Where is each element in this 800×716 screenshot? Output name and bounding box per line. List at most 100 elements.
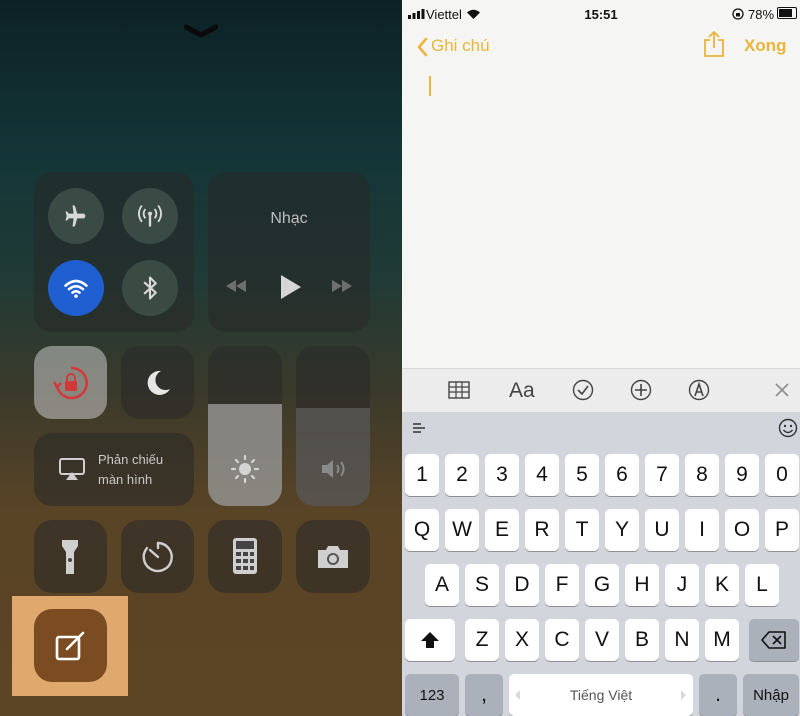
checklist-icon[interactable] (572, 379, 594, 401)
orientation-lock-icon (732, 8, 744, 20)
flashlight-button[interactable] (34, 520, 107, 593)
volume-slider[interactable] (296, 346, 370, 506)
key-t[interactable]: T (565, 509, 599, 551)
return-key[interactable]: Nhập (743, 674, 799, 716)
key-6[interactable]: 6 (605, 454, 639, 496)
key-w[interactable]: W (445, 509, 479, 551)
sun-icon (230, 454, 260, 484)
key-4[interactable]: 4 (525, 454, 559, 496)
key-j[interactable]: J (665, 564, 699, 606)
chevron-down-icon[interactable] (184, 24, 218, 38)
camera-icon (318, 546, 348, 568)
key-8[interactable]: 8 (685, 454, 719, 496)
numbers-mode-key[interactable]: 123 (405, 674, 459, 716)
wifi-icon (64, 279, 88, 298)
backspace-icon (761, 631, 786, 649)
timer-icon (142, 541, 173, 573)
add-icon[interactable] (630, 379, 652, 401)
volume-level-fill (296, 408, 370, 506)
key-b[interactable]: B (625, 619, 659, 661)
key-e[interactable]: E (485, 509, 519, 551)
music-tile[interactable]: Nhạc (208, 172, 370, 332)
note-editor[interactable] (402, 64, 800, 368)
key-g[interactable]: G (585, 564, 619, 606)
markup-pen-icon[interactable] (688, 379, 710, 401)
key-5[interactable]: 5 (565, 454, 599, 496)
brightness-slider[interactable] (208, 346, 282, 506)
status-bar: Viettel 15:51 78% (402, 0, 800, 28)
compose-icon (55, 631, 85, 661)
key-1[interactable]: 1 (405, 454, 439, 496)
notes-app: Viettel 15:51 78% Ghi chú Xong Aa 1 2 3 … (402, 0, 800, 716)
back-label: Ghi chú (431, 36, 490, 55)
key-7[interactable]: 7 (645, 454, 679, 496)
close-icon[interactable] (774, 382, 790, 398)
space-key[interactable]: Tiếng Việt (509, 674, 693, 716)
key-m[interactable]: M (705, 619, 739, 661)
bluetooth-icon (143, 276, 157, 300)
period-key[interactable]: . (699, 674, 737, 716)
key-h[interactable]: H (625, 564, 659, 606)
do-not-disturb-toggle[interactable] (121, 346, 194, 419)
key-s[interactable]: S (465, 564, 499, 606)
connectivity-tile (34, 172, 194, 332)
key-9[interactable]: 9 (725, 454, 759, 496)
key-y[interactable]: Y (605, 509, 639, 551)
key-f[interactable]: F (545, 564, 579, 606)
comma-key[interactable]: , (465, 674, 503, 716)
key-z[interactable]: Z (465, 619, 499, 661)
flashlight-icon (62, 540, 78, 574)
rewind-icon[interactable] (224, 278, 248, 294)
caret-left-icon (515, 690, 520, 700)
done-button[interactable]: Xong (744, 36, 787, 56)
wifi-toggle[interactable] (48, 260, 104, 316)
screen-mirroring-label: Phản chiếu màn hình (98, 452, 164, 487)
cellular-data-toggle[interactable] (122, 188, 178, 244)
rotation-lock-toggle[interactable] (34, 346, 107, 419)
delete-key[interactable] (749, 619, 799, 661)
text-cursor (429, 76, 431, 96)
control-center: Nhạc Phản chiếu màn hình (0, 0, 402, 716)
airplane-icon (65, 205, 86, 227)
key-o[interactable]: O (725, 509, 759, 551)
share-icon[interactable] (703, 30, 725, 58)
key-0[interactable]: 0 (765, 454, 799, 496)
screen-mirroring-button[interactable]: Phản chiếu màn hình (34, 433, 194, 506)
play-icon[interactable] (278, 274, 302, 300)
emoji-icon[interactable] (778, 418, 798, 438)
caret-right-icon (681, 690, 686, 700)
key-d[interactable]: D (505, 564, 539, 606)
key-x[interactable]: X (505, 619, 539, 661)
format-toolbar: Aa (402, 368, 800, 413)
camera-button[interactable] (296, 520, 370, 593)
timer-button[interactable] (121, 520, 194, 593)
key-3[interactable]: 3 (485, 454, 519, 496)
predictive-menu-icon[interactable] (412, 422, 426, 434)
moon-icon (147, 370, 170, 395)
key-u[interactable]: U (645, 509, 679, 551)
antenna-icon (137, 204, 163, 227)
airplane-mode-toggle[interactable] (48, 188, 104, 244)
key-c[interactable]: C (545, 619, 579, 661)
notes-button[interactable] (34, 609, 107, 682)
shift-key[interactable] (405, 619, 455, 661)
battery-percent: 78% (748, 7, 775, 22)
fast-forward-icon[interactable] (330, 278, 354, 294)
key-r[interactable]: R (525, 509, 559, 551)
key-l[interactable]: L (745, 564, 779, 606)
chevron-left-icon (417, 37, 428, 57)
table-icon[interactable] (448, 381, 470, 399)
music-title: Nhạc (270, 210, 308, 227)
text-format-button[interactable]: Aa (509, 379, 535, 403)
calculator-button[interactable] (208, 520, 282, 593)
key-q[interactable]: Q (405, 509, 439, 551)
key-i[interactable]: I (685, 509, 719, 551)
battery-icon (777, 7, 797, 19)
bluetooth-toggle[interactable] (122, 260, 178, 316)
key-v[interactable]: V (585, 619, 619, 661)
key-2[interactable]: 2 (445, 454, 479, 496)
key-a[interactable]: A (425, 564, 459, 606)
key-p[interactable]: P (765, 509, 799, 551)
key-k[interactable]: K (705, 564, 739, 606)
key-n[interactable]: N (665, 619, 699, 661)
